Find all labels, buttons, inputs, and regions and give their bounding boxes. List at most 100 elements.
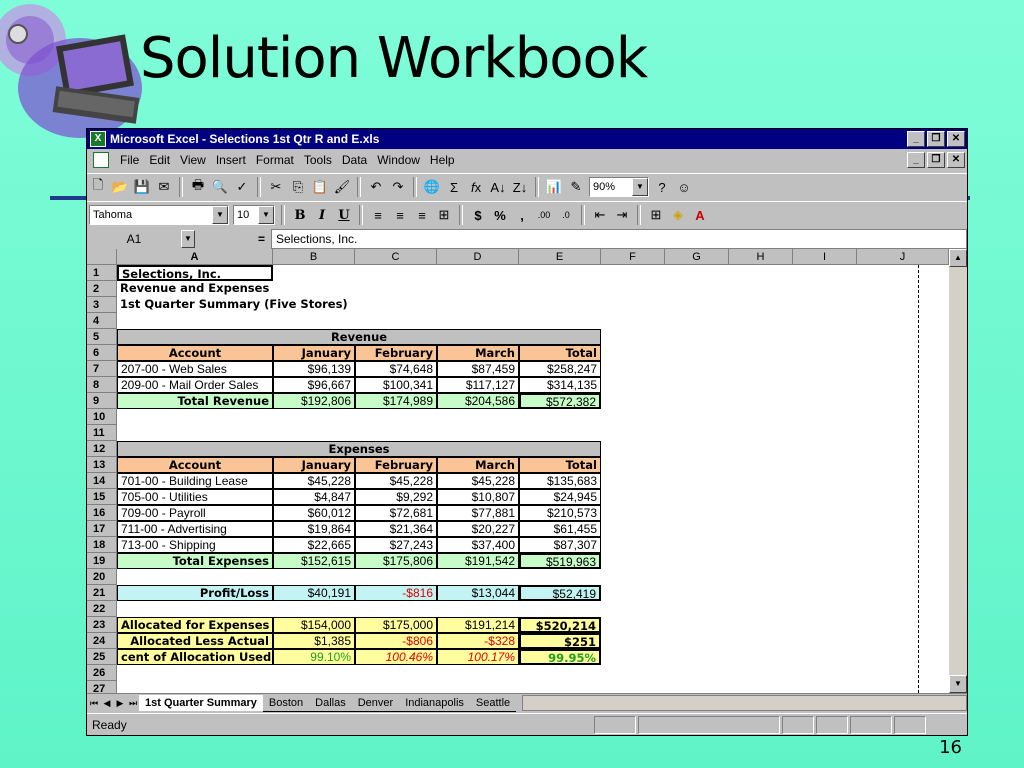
total-revenue-cell[interactable]: $204,586 [437, 393, 519, 409]
cell-subtitle[interactable]: 1st Quarter Summary (Five Stores) [117, 297, 437, 313]
select-all-corner[interactable] [87, 249, 117, 265]
allocated-cell[interactable]: $520,214 [519, 617, 601, 633]
profit-loss-cell[interactable]: $13,044 [437, 585, 519, 601]
formula-input[interactable]: Selections, Inc. [271, 229, 967, 249]
comma-button[interactable]: , [512, 205, 532, 225]
chevron-down-icon[interactable]: ▼ [632, 178, 648, 196]
font-select[interactable]: Tahoma ▼ [89, 205, 229, 225]
profit-loss-cell[interactable]: $52,419 [519, 585, 601, 601]
zoom-select[interactable]: 90% ▼ [589, 177, 649, 197]
tab-indianapolis[interactable]: Indianapolis [399, 695, 470, 712]
total-expenses-cell[interactable]: $175,806 [355, 553, 437, 569]
allocated-cell[interactable]: $154,000 [273, 617, 355, 633]
row-header[interactable]: 25 [87, 649, 117, 665]
copy-icon[interactable]: ⎘ [288, 177, 308, 197]
tab-1st-quarter-summary[interactable]: 1st Quarter Summary [139, 695, 263, 711]
profit-loss-cell[interactable]: -$816 [355, 585, 437, 601]
align-center-icon[interactable]: ≡ [390, 205, 410, 225]
table-cell[interactable]: $61,455 [519, 521, 601, 537]
pct-allocation-cell[interactable]: cent of Allocation Used [117, 649, 273, 665]
row-header[interactable]: 4 [87, 313, 117, 329]
align-left-icon[interactable]: ≡ [368, 205, 388, 225]
window-titlebar[interactable]: X Microsoft Excel - Selections 1st Qtr R… [87, 129, 967, 149]
spelling-icon[interactable]: ✓ [232, 177, 252, 197]
table-cell[interactable]: $87,307 [519, 537, 601, 553]
tab-seattle[interactable]: Seattle [469, 695, 517, 712]
table-cell[interactable]: $19,864 [273, 521, 355, 537]
total-revenue-cell[interactable]: Total Revenue [117, 393, 273, 409]
menu-tools[interactable]: Tools [299, 153, 337, 167]
allocated-less-cell[interactable]: $1,385 [273, 633, 355, 649]
chevron-down-icon[interactable]: ▼ [181, 230, 195, 248]
total-expenses-cell[interactable]: $519,963 [519, 553, 601, 569]
table-cell[interactable]: $74,648 [355, 361, 437, 377]
percent-button[interactable]: % [490, 205, 510, 225]
allocated-less-cell[interactable]: -$806 [355, 633, 437, 649]
table-cell[interactable]: $37,400 [437, 537, 519, 553]
table-cell[interactable]: $21,364 [355, 521, 437, 537]
currency-button[interactable]: $ [468, 205, 488, 225]
menu-insert[interactable]: Insert [211, 153, 251, 167]
table-cell[interactable]: $87,459 [437, 361, 519, 377]
column-header-g[interactable]: G [665, 249, 729, 265]
section-header-expenses[interactable]: Expenses [117, 441, 601, 457]
print-preview-icon[interactable]: 🔍 [210, 177, 230, 197]
table-cell[interactable]: $20,227 [437, 521, 519, 537]
menu-data[interactable]: Data [337, 153, 372, 167]
table-cell[interactable]: $72,681 [355, 505, 437, 521]
workbook-icon[interactable] [93, 152, 109, 168]
table-cell[interactable]: $135,683 [519, 473, 601, 489]
vertical-scrollbar[interactable]: ▲ ▼ [949, 249, 967, 693]
row-header[interactable]: 8 [87, 377, 117, 393]
column-label[interactable]: Total [519, 345, 601, 361]
profit-loss-cell[interactable]: Profit/Loss [117, 585, 273, 601]
underline-button[interactable]: U [334, 205, 354, 225]
profit-loss-cell[interactable]: $40,191 [273, 585, 355, 601]
row-header[interactable]: 13 [87, 457, 117, 473]
column-label[interactable]: January [273, 345, 355, 361]
column-label[interactable]: February [355, 457, 437, 473]
excel-app-icon[interactable]: X [90, 131, 106, 147]
merge-center-icon[interactable]: ⊞ [434, 205, 454, 225]
row-header[interactable]: 3 [87, 297, 117, 313]
fill-color-icon[interactable]: ◈ [668, 205, 688, 225]
table-cell[interactable]: $45,228 [355, 473, 437, 489]
table-cell[interactable]: $77,881 [437, 505, 519, 521]
borders-icon[interactable]: ⊞ [646, 205, 666, 225]
menu-file[interactable]: File [115, 153, 144, 167]
column-header-a[interactable]: A [117, 249, 273, 265]
table-cell[interactable]: $22,665 [273, 537, 355, 553]
table-cell[interactable]: $9,292 [355, 489, 437, 505]
column-header-j[interactable]: J [857, 249, 949, 265]
row-header[interactable]: 6 [87, 345, 117, 361]
row-header[interactable]: 27 [87, 681, 117, 693]
worksheet-grid[interactable]: A B C D E F G H I J 1 2 3 4 5 6 7 8 9 10 11 12 13 14 1… [87, 249, 949, 693]
table-cell[interactable]: $96,139 [273, 361, 355, 377]
hyperlink-icon[interactable]: 🌐 [422, 177, 442, 197]
save-icon[interactable]: 💾 [132, 177, 152, 197]
table-cell[interactable]: 705-00 - Utilities [117, 489, 273, 505]
table-cell[interactable]: $258,247 [519, 361, 601, 377]
column-header-h[interactable]: H [729, 249, 793, 265]
row-header[interactable]: 20 [87, 569, 117, 585]
row-header[interactable]: 26 [87, 665, 117, 681]
doc-restore-button[interactable]: ❐ [927, 152, 945, 168]
row-header[interactable]: 1 [87, 265, 117, 281]
chevron-down-icon[interactable]: ▼ [258, 206, 274, 224]
pct-allocation-cell[interactable]: 99.95% [519, 649, 601, 665]
row-header[interactable]: 12 [87, 441, 117, 457]
row-header[interactable]: 15 [87, 489, 117, 505]
column-label[interactable]: February [355, 345, 437, 361]
increase-decimal-button[interactable]: .00 [534, 205, 554, 225]
table-cell[interactable]: $210,573 [519, 505, 601, 521]
column-label[interactable]: Account [117, 345, 273, 361]
row-header[interactable]: 22 [87, 601, 117, 617]
row-header[interactable]: 7 [87, 361, 117, 377]
tab-denver[interactable]: Denver [351, 695, 400, 712]
sort-ascending-icon[interactable]: A↓ [488, 177, 508, 197]
total-expenses-cell[interactable]: $191,542 [437, 553, 519, 569]
decrease-decimal-button[interactable]: .0 [556, 205, 576, 225]
column-header-b[interactable]: B [273, 249, 355, 265]
undo-icon[interactable]: ↶ [366, 177, 386, 197]
redo-icon[interactable]: ↷ [388, 177, 408, 197]
